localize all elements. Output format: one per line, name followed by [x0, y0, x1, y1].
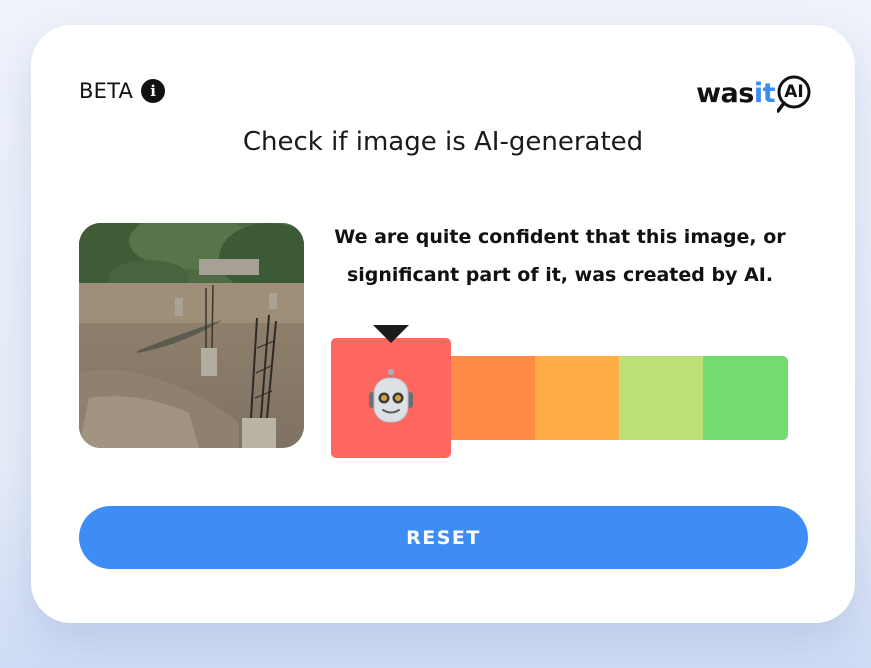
- wasitai-logo[interactable]: was it AI: [696, 73, 813, 113]
- logo-text-was: was: [696, 77, 754, 109]
- pointer-triangle-icon: [373, 325, 409, 343]
- page-title: Check if image is AI-generated: [242, 127, 644, 157]
- robot-icon: [369, 369, 413, 423]
- beta-label: BETA: [79, 79, 134, 103]
- reset-button[interactable]: RESET: [79, 506, 808, 569]
- info-icon[interactable]: i: [141, 79, 166, 103]
- meter-segment-4: [619, 356, 703, 440]
- meter-segment-2: [451, 356, 535, 440]
- magnifier-icon: AI: [777, 75, 813, 113]
- beta-indicator: BETA i: [79, 79, 166, 103]
- logo-text-ai: AI: [784, 82, 804, 102]
- logo-text-it: it: [753, 77, 776, 109]
- uploaded-image-thumbnail: [79, 223, 304, 448]
- ai-likelihood-meter: [331, 325, 788, 459]
- meter-segment-3: [535, 356, 619, 440]
- meter-selected-segment: [331, 325, 451, 458]
- verdict-text: We are quite confident that this image, …: [334, 226, 786, 286]
- detector-card: BETA i was it AI Check if image is AI-ge…: [31, 25, 855, 623]
- meter-segment-5: [703, 356, 788, 440]
